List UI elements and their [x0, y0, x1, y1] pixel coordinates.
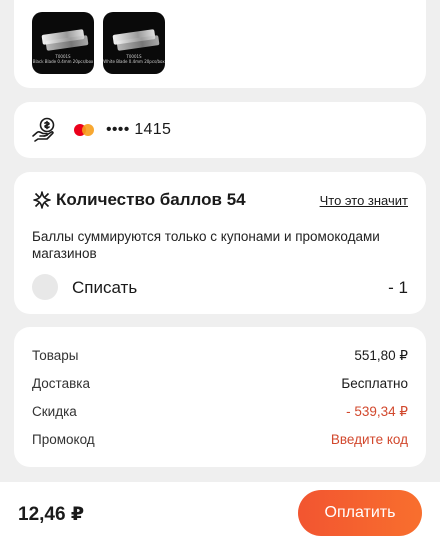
- delivery-value: Бесплатно: [341, 376, 408, 391]
- spend-points-checkbox[interactable]: [32, 274, 58, 300]
- delivery-label: Доставка: [32, 376, 90, 391]
- product-caption: T0001S White Blade 0.4mm 20pcs/box: [103, 54, 165, 64]
- points-title-text: Количество баллов 54: [56, 190, 246, 209]
- points-title: Количество баллов 54: [32, 190, 246, 210]
- summary-row-goods: Товары 551,80 ₽: [32, 348, 408, 364]
- discount-value: - 539,34 ₽: [346, 404, 408, 419]
- points-star-icon: [32, 190, 52, 210]
- spend-points-value: - 1: [388, 278, 408, 297]
- card-number: •••• 1415: [106, 121, 172, 138]
- order-summary-card: Товары 551,80 ₽ Доставка Бесплатно Скидк…: [14, 327, 426, 467]
- points-description: Баллы суммируются только с купонами и пр…: [32, 229, 380, 261]
- order-total: 12,46 ₽: [18, 504, 85, 525]
- enter-promo-code-link[interactable]: Введите код: [331, 432, 408, 447]
- product-thumbnail[interactable]: T0001S White Blade 0.4mm 20pcs/box: [103, 12, 165, 74]
- products-card: T0001S Black Blade 0.4mm 20pcs/box T0001…: [14, 0, 426, 88]
- checkout-bar: 12,46 ₽ Оплатить: [0, 482, 440, 545]
- product-caption: T0001S Black Blade 0.4mm 20pcs/box: [32, 54, 94, 64]
- points-help-link[interactable]: Что это значит: [320, 193, 408, 208]
- summary-row-promo[interactable]: Промокод Введите код: [32, 432, 408, 447]
- points-card: Количество баллов 54 Что это значит Балл…: [14, 172, 426, 314]
- summary-row-discount: Скидка - 539,34 ₽: [32, 404, 408, 420]
- spend-points-label: Списать: [72, 278, 138, 297]
- discount-label: Скидка: [32, 404, 77, 419]
- payment-method-row[interactable]: •••• 1415: [14, 102, 426, 158]
- product-thumbnail[interactable]: T0001S Black Blade 0.4mm 20pcs/box: [32, 12, 94, 74]
- goods-value: 551,80 ₽: [354, 348, 408, 363]
- promo-label: Промокод: [32, 432, 95, 447]
- mastercard-icon: [74, 124, 94, 136]
- payment-hand-coin-icon: [30, 116, 58, 144]
- summary-row-delivery: Доставка Бесплатно: [32, 376, 408, 391]
- pay-button[interactable]: Оплатить: [298, 490, 422, 536]
- goods-label: Товары: [32, 348, 79, 363]
